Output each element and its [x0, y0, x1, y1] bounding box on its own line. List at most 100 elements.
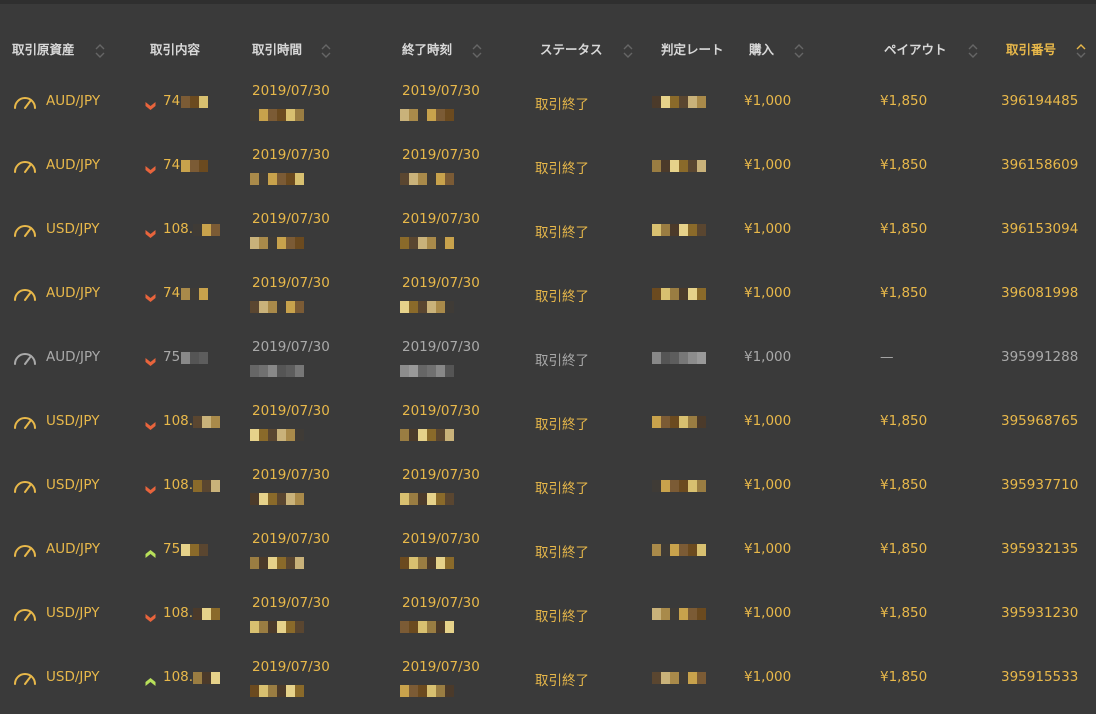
- arrow-down-icon: [145, 608, 156, 622]
- end-time: 2019/07/30: [402, 659, 480, 675]
- column-content[interactable]: 取引内容: [150, 28, 200, 72]
- sort-asset-icon[interactable]: [95, 43, 105, 59]
- trade-time: 2019/07/30: [252, 403, 330, 419]
- gauge-icon: [12, 669, 38, 687]
- asset-name: USD/JPY: [46, 477, 100, 493]
- column-purchase-label: 購入: [749, 42, 775, 57]
- column-status[interactable]: ステータス: [540, 28, 603, 72]
- status-text: 取引終了: [535, 417, 589, 433]
- column-purchase[interactable]: 購入: [749, 28, 774, 72]
- column-payout[interactable]: ペイアウト: [884, 28, 947, 72]
- redacted-value: [400, 557, 454, 569]
- redacted-value: [400, 621, 454, 633]
- trade-time: 2019/07/30: [252, 275, 330, 291]
- redacted-value: [652, 224, 706, 236]
- payout-amount: ¥1,850: [880, 285, 928, 301]
- trade-time: 2019/07/30: [252, 339, 330, 355]
- purchase-amount: ¥1,000: [744, 669, 792, 685]
- asset-name: AUD/JPY: [46, 349, 101, 365]
- sort-time-icon[interactable]: [321, 43, 331, 59]
- payout-amount: ¥1,850: [880, 221, 928, 237]
- trade-time: 2019/07/30: [252, 147, 330, 163]
- payout-amount: ¥1,850: [880, 157, 928, 173]
- purchase-amount: ¥1,000: [744, 221, 792, 237]
- arrow-down-icon: [145, 288, 156, 302]
- redacted-value: [400, 365, 454, 377]
- table-row[interactable]: AUD/JPY 75. 2019/07/30 2019/07/30 取引終了 ¥1,000…: [0, 517, 1096, 581]
- column-time[interactable]: 取引時間: [252, 28, 302, 72]
- gauge-icon: [12, 413, 38, 431]
- end-time: 2019/07/30: [402, 531, 480, 547]
- status-text: 取引終了: [535, 97, 589, 113]
- end-time: 2019/07/30: [402, 467, 480, 483]
- entry-rate: 108.: [163, 669, 194, 685]
- redacted-value: [250, 109, 304, 121]
- end-time: 2019/07/30: [402, 275, 480, 291]
- entry-rate: 108.: [163, 477, 194, 493]
- redacted-value: [250, 429, 304, 441]
- column-judge-rate[interactable]: 判定レート: [661, 28, 724, 72]
- entry-rate: 108.: [163, 605, 194, 621]
- trade-time: 2019/07/30: [252, 467, 330, 483]
- redacted-value: [250, 365, 304, 377]
- payout-amount: ¥1,850: [880, 669, 928, 685]
- sort-status-icon[interactable]: [623, 43, 633, 59]
- redacted-value: [652, 288, 706, 300]
- column-judge-rate-label: 判定レート: [661, 42, 724, 57]
- column-end-time[interactable]: 終了時刻: [402, 28, 452, 72]
- column-asset[interactable]: 取引原資産: [12, 28, 75, 72]
- table-row[interactable]: USD/JPY 108. 2019/07/30 2019/07/30 取引終了 ¥1,00…: [0, 453, 1096, 517]
- gauge-icon: [12, 221, 38, 239]
- redacted-value: [181, 288, 208, 300]
- status-text: 取引終了: [535, 609, 589, 625]
- gauge-icon: [12, 349, 38, 367]
- table-row[interactable]: USD/JPY 108. 2019/07/30 2019/07/30 取引終了 ¥1,00…: [0, 645, 1096, 709]
- status-text: 取引終了: [535, 289, 589, 305]
- column-trade-no[interactable]: 取引番号: [1006, 28, 1056, 72]
- payout-amount: ¥1,850: [880, 605, 928, 621]
- table-row[interactable]: AUD/JPY 74. 2019/07/30 2019/07/30 取引終了 ¥1,000…: [0, 261, 1096, 325]
- table-row[interactable]: AUD/JPY 74. 2019/07/30 2019/07/30 取引終了 ¥1,000…: [0, 69, 1096, 133]
- status-text: 取引終了: [535, 353, 589, 369]
- arrow-down-icon: [145, 96, 156, 110]
- column-content-label: 取引内容: [150, 42, 201, 57]
- redacted-value: [400, 237, 454, 249]
- trade-time: 2019/07/30: [252, 595, 330, 611]
- column-trade-no-label: 取引番号: [1006, 42, 1057, 57]
- arrow-down-icon: [145, 160, 156, 174]
- redacted-value: [181, 544, 208, 556]
- sort-trade-no-icon[interactable]: [1076, 43, 1086, 59]
- column-asset-label: 取引原資産: [12, 42, 75, 57]
- payout-amount: —: [880, 349, 894, 365]
- asset-name: USD/JPY: [46, 605, 100, 621]
- table-row[interactable]: USD/JPY 108. 2019/07/30 2019/07/30 取引終了 ¥1,00…: [0, 581, 1096, 645]
- arrow-up-icon: [145, 672, 156, 686]
- trade-number: 395991288: [1001, 349, 1079, 365]
- purchase-amount: ¥1,000: [744, 413, 792, 429]
- trade-number: 396158609: [1001, 157, 1079, 173]
- redacted-value: [193, 480, 220, 492]
- redacted-value: [652, 480, 706, 492]
- sort-end-time-icon[interactable]: [472, 43, 482, 59]
- trade-time: 2019/07/30: [252, 211, 330, 227]
- table-row[interactable]: USD/JPY 108. 2019/07/30 2019/07/30 取引終了 ¥1,00…: [0, 197, 1096, 261]
- redacted-value: [193, 672, 220, 684]
- arrow-down-icon: [145, 224, 156, 238]
- purchase-amount: ¥1,000: [744, 477, 792, 493]
- redacted-value: [400, 685, 454, 697]
- sort-purchase-icon[interactable]: [794, 43, 804, 59]
- asset-name: AUD/JPY: [46, 285, 101, 301]
- redacted-value: [250, 685, 304, 697]
- table-row[interactable]: USD/JPY 108. 2019/07/30 2019/07/30 取引終了 ¥1,00…: [0, 389, 1096, 453]
- payout-amount: ¥1,850: [880, 541, 928, 557]
- sort-payout-icon[interactable]: [968, 43, 978, 59]
- table-row[interactable]: AUD/JPY 74. 2019/07/30 2019/07/30 取引終了 ¥1,000…: [0, 133, 1096, 197]
- table-row[interactable]: AUD/JPY 75. 2019/07/30 2019/07/30 取引終了 ¥1,000…: [0, 325, 1096, 389]
- purchase-amount: ¥1,000: [744, 285, 792, 301]
- column-payout-label: ペイアウト: [884, 42, 947, 57]
- end-time: 2019/07/30: [402, 339, 480, 355]
- redacted-value: [652, 96, 706, 108]
- redacted-value: [250, 301, 304, 313]
- status-text: 取引終了: [535, 225, 589, 241]
- gauge-icon: [12, 93, 38, 111]
